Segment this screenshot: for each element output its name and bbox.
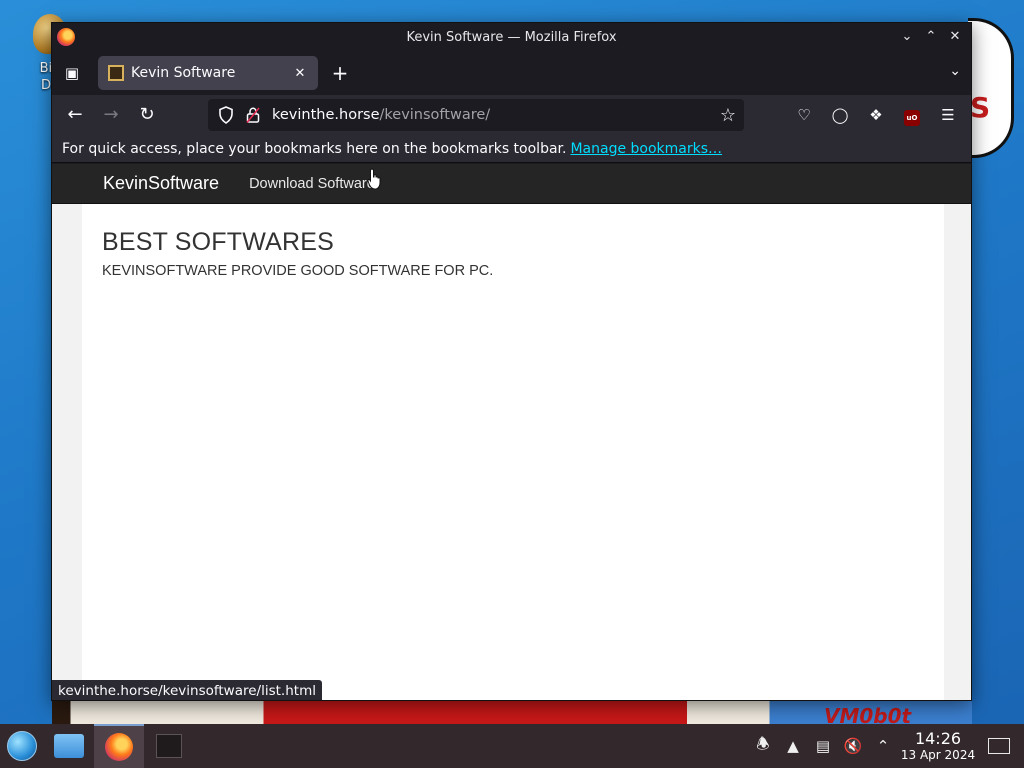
site-navbar: KevinSoftware Download Software <box>52 164 971 204</box>
plus-icon[interactable]: + <box>326 59 354 87</box>
tab-kevin-software[interactable]: Kevin Software ✕ <box>98 56 318 90</box>
page-heading: BEST SOFTWARES <box>102 228 334 256</box>
tab-bar: ▣ Kevin Software ✕ + ⌄ <box>52 51 971 95</box>
tab-list-icon[interactable]: ▣ <box>60 61 84 85</box>
puzzle-icon[interactable]: ❖ <box>861 100 891 130</box>
maximize-button[interactable]: ⌃ <box>921 27 941 47</box>
reload-icon[interactable]: ↻ <box>132 100 162 130</box>
chevron-down-icon[interactable]: ⌄ <box>949 63 961 79</box>
url-path: /kevinsoftware/ <box>379 107 491 123</box>
account-icon[interactable]: ◯ <box>825 100 855 130</box>
taskbar: 🕭 ▲ ▤ 🔇 ⌃ 14:26 13 Apr 2024 <box>0 724 1024 768</box>
volume-muted-icon[interactable]: 🔇 <box>838 737 868 755</box>
close-tab-icon[interactable]: ✕ <box>292 66 308 81</box>
clock-time: 14:26 <box>914 729 962 748</box>
arrow-right-icon[interactable]: → <box>96 100 126 130</box>
firefox-window: Kevin Software — Mozilla Firefox ⌄ ⌃ ✕ ▣… <box>51 22 972 701</box>
page-tagline: KEVINSOFTWARE PROVIDE GOOD SOFTWARE FOR … <box>102 263 494 279</box>
bookmarks-toolbar: For quick access, place your bookmarks h… <box>52 135 971 163</box>
system-tray: 🕭 ▲ ▤ 🔇 ⌃ 14:26 13 Apr 2024 <box>748 724 1024 768</box>
start-button[interactable] <box>0 724 44 768</box>
window-titlebar[interactable]: Kevin Software — Mozilla Firefox ⌄ ⌃ ✕ <box>52 23 971 51</box>
start-orb-icon <box>7 731 37 761</box>
url-host: kevinthe.horse <box>272 107 380 123</box>
url-bar[interactable]: kevinthe.horse/kevinsoftware/ ☆ <box>208 99 744 131</box>
ublock-icon[interactable]: uO <box>897 100 927 130</box>
taskbar-clock[interactable]: 14:26 13 Apr 2024 <box>898 729 978 763</box>
shield-icon[interactable] <box>218 106 234 124</box>
notifications-icon[interactable]: 🕭 <box>748 734 778 759</box>
site-brand[interactable]: KevinSoftware <box>103 173 219 194</box>
wallpaper-art: S <box>968 18 1014 158</box>
download-software-link[interactable]: Download Software <box>249 167 381 192</box>
page-viewport: KevinSoftware Download Software BEST SOF… <box>52 164 971 700</box>
wallpaper-glyph: S <box>970 91 991 124</box>
firefox-logo-icon <box>57 28 75 46</box>
manage-bookmarks-link[interactable]: Manage bookmarks… <box>570 141 722 157</box>
navigation-toolbar: ← → ↻ kevinthe.horse/kevinsoftware/ ☆ ♡ … <box>52 95 971 135</box>
folder-icon <box>54 734 84 758</box>
star-icon[interactable]: ☆ <box>720 105 736 126</box>
taskbar-mixer[interactable] <box>144 724 194 768</box>
taskbar-file-manager[interactable] <box>44 724 94 768</box>
hand-pointer-icon <box>367 167 381 190</box>
close-window-button[interactable]: ✕ <box>945 27 965 47</box>
update-icon[interactable]: ▲ <box>778 737 808 755</box>
hamburger-icon[interactable]: ☰ <box>933 100 963 130</box>
download-software-label: Download Software <box>249 175 375 192</box>
status-link-preview: kevinthe.horse/kevinsoftware/list.html <box>52 680 322 700</box>
window-title: Kevin Software — Mozilla Firefox <box>406 29 617 45</box>
clock-date: 13 Apr 2024 <box>900 748 976 762</box>
pocket-icon[interactable]: ♡ <box>789 100 819 130</box>
site-favicon-icon <box>108 65 124 81</box>
main-content: BEST SOFTWARES KEVINSOFTWARE PROVIDE GOO… <box>82 204 944 700</box>
lock-warning-icon[interactable] <box>246 107 260 123</box>
show-desktop-button[interactable] <box>988 738 1010 754</box>
arrow-left-icon[interactable]: ← <box>60 100 90 130</box>
firefox-icon <box>105 733 133 761</box>
taskbar-firefox[interactable] <box>94 724 144 768</box>
minimize-button[interactable]: ⌄ <box>897 27 917 47</box>
tab-title: Kevin Software <box>131 65 236 81</box>
clipboard-icon[interactable]: ▤ <box>808 737 838 755</box>
chevron-up-icon[interactable]: ⌃ <box>868 737 898 755</box>
bookmarks-message: For quick access, place your bookmarks h… <box>62 140 567 157</box>
mixer-icon <box>156 734 182 758</box>
